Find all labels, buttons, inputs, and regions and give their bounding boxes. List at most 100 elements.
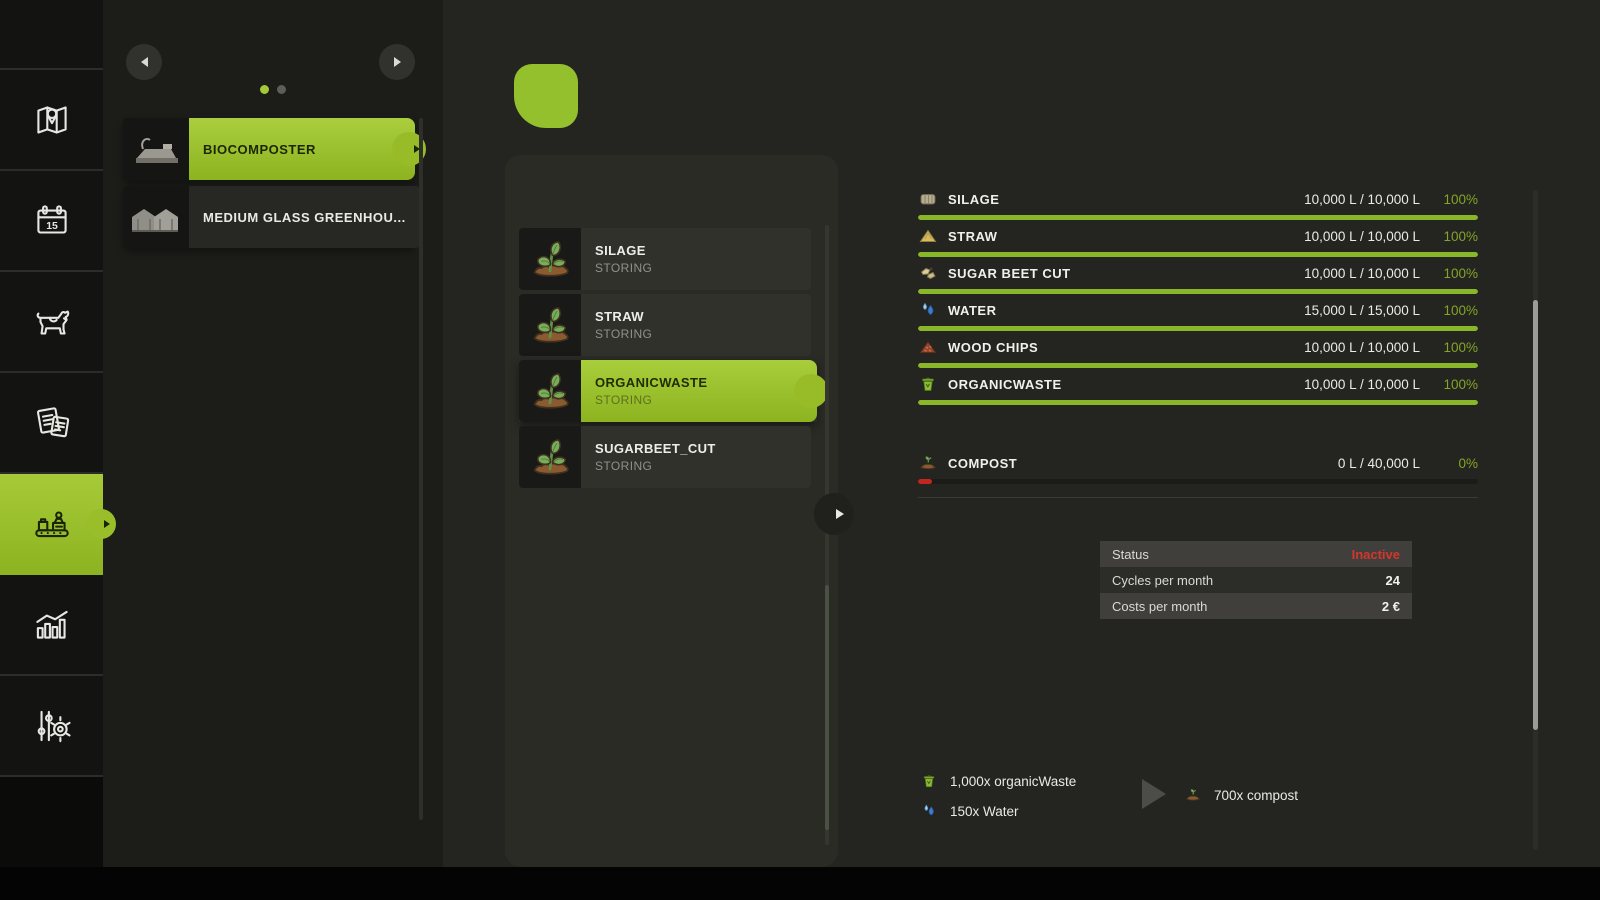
straw-icon <box>918 227 938 245</box>
fill-amount: 10,000 L / 10,000 L <box>1304 340 1420 355</box>
recipe-outputs: 700x compost <box>1184 785 1298 805</box>
fill-product-name: COMPOST <box>948 456 1017 471</box>
production-icon <box>29 501 75 547</box>
contracts-icon <box>29 400 75 446</box>
product-item-body: STRAW STORING <box>581 294 811 356</box>
sidebar-item[interactable] <box>0 676 103 777</box>
recipe-inputs: 1,000x organicWaste 150x Water <box>920 771 1076 821</box>
fill-amount: 10,000 L / 10,000 L <box>1304 377 1420 392</box>
owned-item-label-box: MEDIUM GLASS GREENHOU... <box>189 186 420 248</box>
fill-level-bar-fill <box>918 363 1478 368</box>
recipe-arrow-icon <box>1142 779 1166 809</box>
input-products-list: SILAGE 10,000 L / 10,000 L 100% STRAW 10… <box>918 188 1478 410</box>
sugar-beet-cut-icon <box>918 264 938 282</box>
wood-chips-icon <box>918 338 938 356</box>
products-panel: SILAGE STORING STRAW STORING ORGANICWAST… <box>505 155 838 867</box>
fill-product-name: WATER <box>948 303 996 318</box>
fill-percent: 100% <box>1420 229 1478 244</box>
product-item-body: SILAGE STORING <box>581 228 811 290</box>
main-content: SILAGE STORING STRAW STORING ORGANICWAST… <box>443 0 1600 867</box>
fill-percent: 0% <box>1420 456 1478 471</box>
details-scrollbar-thumb[interactable] <box>1533 300 1538 730</box>
fill-amount: 15,000 L / 15,000 L <box>1304 303 1420 318</box>
stat-label: Cycles per month <box>1112 573 1213 588</box>
fill-amount: 10,000 L / 10,000 L <box>1304 266 1420 281</box>
product-status: STORING <box>595 393 817 407</box>
fill-level-bar-fill <box>918 479 932 484</box>
svg-text:15: 15 <box>46 220 58 231</box>
production-stat-row: Status Inactive <box>1100 541 1412 567</box>
owned-panel: BIOCOMPOSTER MEDIUM GLASS GREENHOU... <box>103 0 443 867</box>
map-icon <box>29 97 75 143</box>
sidebar-item[interactable]: 15 <box>0 171 103 272</box>
stat-value: 2 € <box>1382 599 1400 614</box>
compost-icon <box>1184 786 1202 804</box>
settings-icon <box>29 703 75 749</box>
sidebar-item[interactable] <box>0 474 103 575</box>
fill-product-name: ORGANICWASTE <box>948 377 1062 392</box>
owned-item-label: BIOCOMPOSTER <box>203 142 316 157</box>
product-item[interactable]: SILAGE STORING <box>519 228 811 290</box>
fill-level-bar-fill <box>918 215 1478 220</box>
production-details: SILAGE 10,000 L / 10,000 L 100% STRAW 10… <box>918 0 1478 867</box>
seedling-icon <box>519 426 581 488</box>
product-status: STORING <box>595 261 811 275</box>
owned-item[interactable]: MEDIUM GLASS GREENHOU... <box>123 186 415 248</box>
compost-icon <box>918 454 938 472</box>
production-stat-row: Costs per month 2 € <box>1100 593 1412 619</box>
stat-label: Status <box>1112 547 1149 562</box>
owned-list: BIOCOMPOSTER MEDIUM GLASS GREENHOU... <box>123 118 415 248</box>
product-name: ORGANICWASTE <box>595 375 817 390</box>
production-chains-icon <box>514 64 578 128</box>
animals-icon <box>29 299 75 345</box>
fill-level-row: SUGAR BEET CUT 10,000 L / 10,000 L 100% <box>918 262 1478 299</box>
stat-label: Costs per month <box>1112 599 1207 614</box>
sidebar-logo-area <box>0 0 103 70</box>
owned-scrollbar[interactable] <box>419 118 423 820</box>
screen: 15 BIOCOMPOSTER MEDIUM GLASS GREENHOU... <box>0 0 1600 900</box>
fill-level-bar <box>918 479 1478 484</box>
recipe-ingredient: 700x compost <box>1184 785 1298 805</box>
product-item[interactable]: STRAW STORING <box>519 294 811 356</box>
page-header <box>514 64 604 128</box>
products-list: SILAGE STORING STRAW STORING ORGANICWAST… <box>519 228 811 488</box>
fill-product-name: STRAW <box>948 229 997 244</box>
panel-expand-arrow[interactable] <box>814 493 854 535</box>
sidebar-item[interactable] <box>0 575 103 676</box>
fill-level-bar-fill <box>918 326 1478 331</box>
seedling-illustration <box>923 515 1093 670</box>
keybind-bar <box>0 867 1600 900</box>
pagination-dot <box>260 85 269 94</box>
fill-product-name: SUGAR BEET CUT <box>948 266 1071 281</box>
fill-level-bar <box>918 289 1478 294</box>
fill-amount: 10,000 L / 10,000 L <box>1304 192 1420 207</box>
water-icon <box>918 301 938 319</box>
recipe-ingredient: 1,000x organicWaste <box>920 771 1076 791</box>
owned-prev-button[interactable] <box>126 44 162 80</box>
fill-percent: 100% <box>1420 192 1478 207</box>
owned-next-button[interactable] <box>379 44 415 80</box>
products-scrollbar-thumb[interactable] <box>825 585 829 830</box>
fill-level-bar-fill <box>918 252 1478 257</box>
sidebar-item[interactable] <box>0 373 103 474</box>
silage-icon <box>918 190 938 208</box>
product-item[interactable]: SUGARBEET_CUT STORING <box>519 426 811 488</box>
stat-value: 24 <box>1386 573 1400 588</box>
product-item-body: SUGARBEET_CUT STORING <box>581 426 811 488</box>
fill-level-bar <box>918 326 1478 331</box>
product-item[interactable]: ORGANICWASTE STORING <box>519 360 817 422</box>
owned-item-label-box: BIOCOMPOSTER <box>189 118 415 180</box>
fill-percent: 100% <box>1420 266 1478 281</box>
fill-percent: 100% <box>1420 340 1478 355</box>
product-name: SUGARBEET_CUT <box>595 441 811 456</box>
sidebar-nav: 15 <box>0 0 103 900</box>
organicwaste-icon <box>920 772 938 790</box>
sidebar-item[interactable] <box>0 272 103 373</box>
pagination-dots <box>103 85 443 94</box>
product-name: STRAW <box>595 309 811 324</box>
fill-level-row: WOOD CHIPS 10,000 L / 10,000 L 100% <box>918 336 1478 373</box>
seedling-icon <box>519 294 581 356</box>
sidebar-item[interactable] <box>0 70 103 171</box>
owned-item[interactable]: BIOCOMPOSTER <box>123 118 415 180</box>
ingredient-quantity: 700x compost <box>1214 788 1298 803</box>
